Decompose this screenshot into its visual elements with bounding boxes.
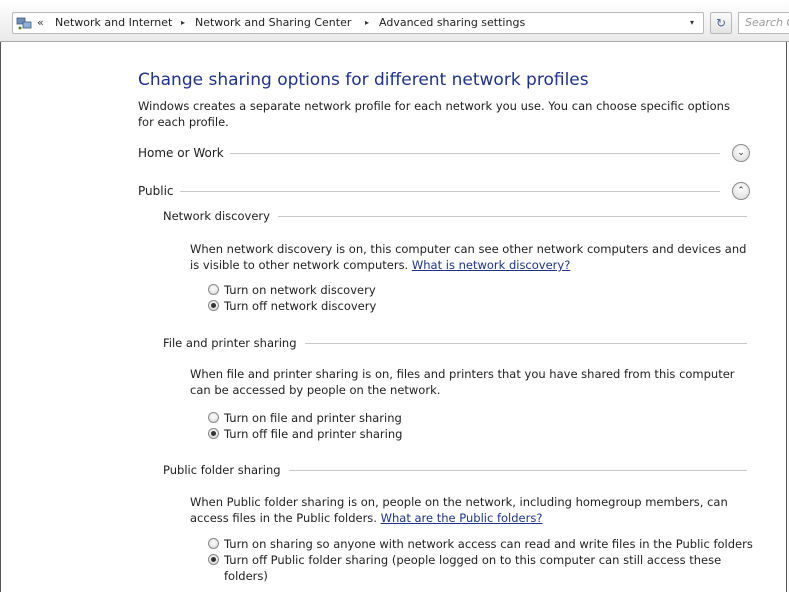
radio-label: Turn on network discovery: [224, 283, 376, 297]
page-title: Change sharing options for different net…: [138, 70, 589, 90]
section-public-folder-label: Public folder sharing: [163, 462, 289, 478]
radio-label: Turn on sharing so anyone with network a…: [224, 537, 753, 551]
public-folder-description: When Public folder sharing is on, people…: [190, 494, 750, 526]
radio-button[interactable]: [208, 554, 219, 565]
file-printer-description: When file and printer sharing is on, fil…: [190, 367, 735, 397]
refresh-icon[interactable]: ↻: [710, 12, 732, 34]
radio-label: Turn off Public folder sharing (people l…: [224, 553, 722, 583]
divider: [138, 191, 720, 192]
radio-label: Turn off network discovery: [224, 299, 377, 313]
page-intro: Windows creates a separate network profi…: [138, 99, 730, 129]
expand-icon[interactable]: ⌄: [732, 144, 750, 162]
profile-public[interactable]: Public ⌃: [138, 182, 750, 200]
radio-button[interactable]: [208, 284, 219, 295]
search-input[interactable]: Search Cont: [738, 12, 789, 34]
radio-button[interactable]: [208, 300, 219, 311]
radio-label: Turn off file and printer sharing: [224, 427, 403, 441]
crumb-separator-icon[interactable]: ▸: [365, 13, 369, 33]
section-file-printer-label: File and printer sharing: [163, 335, 305, 351]
network-discovery-help-link[interactable]: What is network discovery?: [412, 258, 570, 272]
radio-button[interactable]: [208, 428, 219, 439]
profile-home-work[interactable]: Home or Work ⌄: [138, 144, 750, 162]
crumb-network-internet[interactable]: Network and Internet: [55, 13, 172, 33]
profile-public-label: Public: [138, 182, 180, 200]
address-dropdown-icon[interactable]: ▾: [682, 14, 702, 32]
section-file-printer-sharing: File and printer sharing: [163, 335, 747, 351]
crumb-separator-icon[interactable]: ▸: [181, 13, 185, 33]
crumb-advanced-sharing[interactable]: Advanced sharing settings: [379, 13, 525, 33]
radio-button[interactable]: [208, 538, 219, 549]
collapse-icon[interactable]: ⌃: [732, 182, 750, 200]
crumb-network-sharing-center[interactable]: Network and Sharing Center: [195, 13, 351, 33]
section-public-folder-sharing: Public folder sharing: [163, 462, 747, 478]
section-network-discovery-label: Network discovery: [163, 208, 278, 224]
network-discovery-description: When network discovery is on, this compu…: [190, 241, 750, 273]
section-network-discovery: Network discovery: [163, 208, 747, 224]
radio-label: Turn on file and printer sharing: [224, 411, 402, 425]
back-chevron-icon[interactable]: «: [37, 13, 44, 33]
advanced-sharing-content: Change sharing options for different net…: [0, 42, 789, 592]
profile-home-work-label: Home or Work: [138, 144, 230, 162]
address-bar: « Network and Internet ▸ Network and Sha…: [0, 0, 789, 42]
radio-button[interactable]: [208, 412, 219, 423]
breadcrumb[interactable]: « Network and Internet ▸ Network and Sha…: [12, 12, 704, 34]
network-icon: [16, 17, 32, 30]
public-folders-help-link[interactable]: What are the Public folders?: [381, 511, 543, 525]
